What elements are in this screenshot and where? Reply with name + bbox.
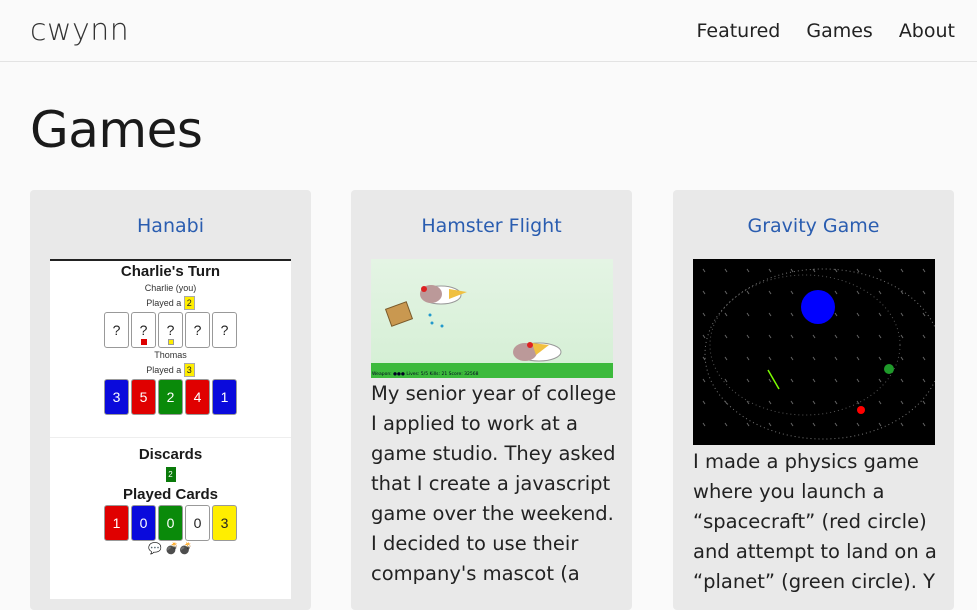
hanabi-thomas-card: 3 xyxy=(104,379,129,415)
hanabi-discards-label: Discards xyxy=(138,446,203,463)
hanabi-hand-you: ? ? ? ? ? xyxy=(50,312,291,348)
hanabi-played-card: 0 xyxy=(131,505,156,541)
hanabi-played-1: Played a 2 xyxy=(50,296,291,310)
nav-links: Featured Games About xyxy=(696,20,955,42)
hanabi-played-label-2: Played a xyxy=(146,365,182,375)
hanabi-played-value-2: 3 xyxy=(183,363,195,377)
navbar: cwynn Featured Games About xyxy=(0,0,977,62)
game-cards: Hanabi Charlie's Turn Charlie (you) Play… xyxy=(0,190,977,610)
hanabi-hidden-card[interactable]: ? xyxy=(131,312,156,348)
hanabi-screenshot[interactable]: Charlie's Turn Charlie (you) Played a 2 … xyxy=(50,259,291,599)
hanabi-turn: Charlie's Turn xyxy=(120,263,221,280)
card-title-gravity-game[interactable]: Gravity Game xyxy=(673,214,954,238)
hanabi-played-value-1: 2 xyxy=(183,296,195,310)
hanabi-played-card: 1 xyxy=(104,505,129,541)
hanabi-played-2: Played a 3 xyxy=(50,363,291,377)
card-hanabi: Hanabi Charlie's Turn Charlie (you) Play… xyxy=(30,190,311,610)
red-spacecraft-icon xyxy=(857,406,865,414)
hanabi-played-card: 0 xyxy=(185,505,210,541)
hamster-hud: Weapon: ●●● Lives: 5/5 Kills: 21 Score: … xyxy=(372,372,479,377)
hanabi-hint-bomb-icons: 💬 💣💣 xyxy=(148,543,193,555)
nav-link-about[interactable]: About xyxy=(899,20,955,42)
card-hamster-flight: Hamster Flight Weapon: ●●● Lives: 5/5 Ki… xyxy=(351,190,632,610)
page-title: Games xyxy=(30,101,203,159)
green-planet-icon xyxy=(884,364,894,374)
hanabi-played-card: 0 xyxy=(158,505,183,541)
hanabi-hidden-card[interactable]: ? xyxy=(104,312,129,348)
card-title-hanabi[interactable]: Hanabi xyxy=(30,214,311,238)
hamster-rocket-icon xyxy=(513,342,562,362)
hanabi-played-cards-label: Played Cards xyxy=(122,486,219,503)
hanabi-played-cards: 10003 xyxy=(50,505,291,541)
hanabi-discard-card: 2 xyxy=(165,467,176,482)
brand-logo[interactable]: cwynn xyxy=(30,13,129,48)
hanabi-hidden-card[interactable]: ? xyxy=(158,312,183,348)
hamster-rocket-icon xyxy=(420,285,467,305)
card-title-hamster-flight[interactable]: Hamster Flight xyxy=(351,214,632,238)
card-desc-gravity-game: I made a physics game where you launch a… xyxy=(693,450,937,593)
hanabi-thomas-card: 5 xyxy=(131,379,156,415)
box-obstacle-icon xyxy=(384,301,414,327)
hanabi-played-label-1: Played a xyxy=(146,298,182,308)
hanabi-thomas-card: 2 xyxy=(158,379,183,415)
gravity-game-screenshot[interactable] xyxy=(693,259,935,445)
hanabi-hidden-card[interactable]: ? xyxy=(185,312,210,348)
hamster-flight-screenshot[interactable]: Weapon: ●●● Lives: 5/5 Kills: 21 Score: … xyxy=(371,259,613,378)
hanabi-thomas-card: 1 xyxy=(212,379,237,415)
card-desc-hamster-flight: My senior year of college I applied to w… xyxy=(371,382,617,585)
hanabi-thomas-card: 4 xyxy=(185,379,210,415)
card-gravity-game: Gravity Game I made a physics game where… xyxy=(673,190,954,610)
nav-link-featured[interactable]: Featured xyxy=(696,20,780,42)
hanabi-player-you: Charlie (you) xyxy=(144,283,197,293)
hanabi-divider xyxy=(50,437,291,438)
nav-link-games[interactable]: Games xyxy=(806,20,872,42)
hanabi-hand-thomas: 35241 xyxy=(50,379,291,415)
hanabi-played-card: 3 xyxy=(212,505,237,541)
hanabi-other-player: Thomas xyxy=(154,350,187,360)
hanabi-hidden-card[interactable]: ? xyxy=(212,312,237,348)
blue-planet-icon xyxy=(801,290,835,324)
